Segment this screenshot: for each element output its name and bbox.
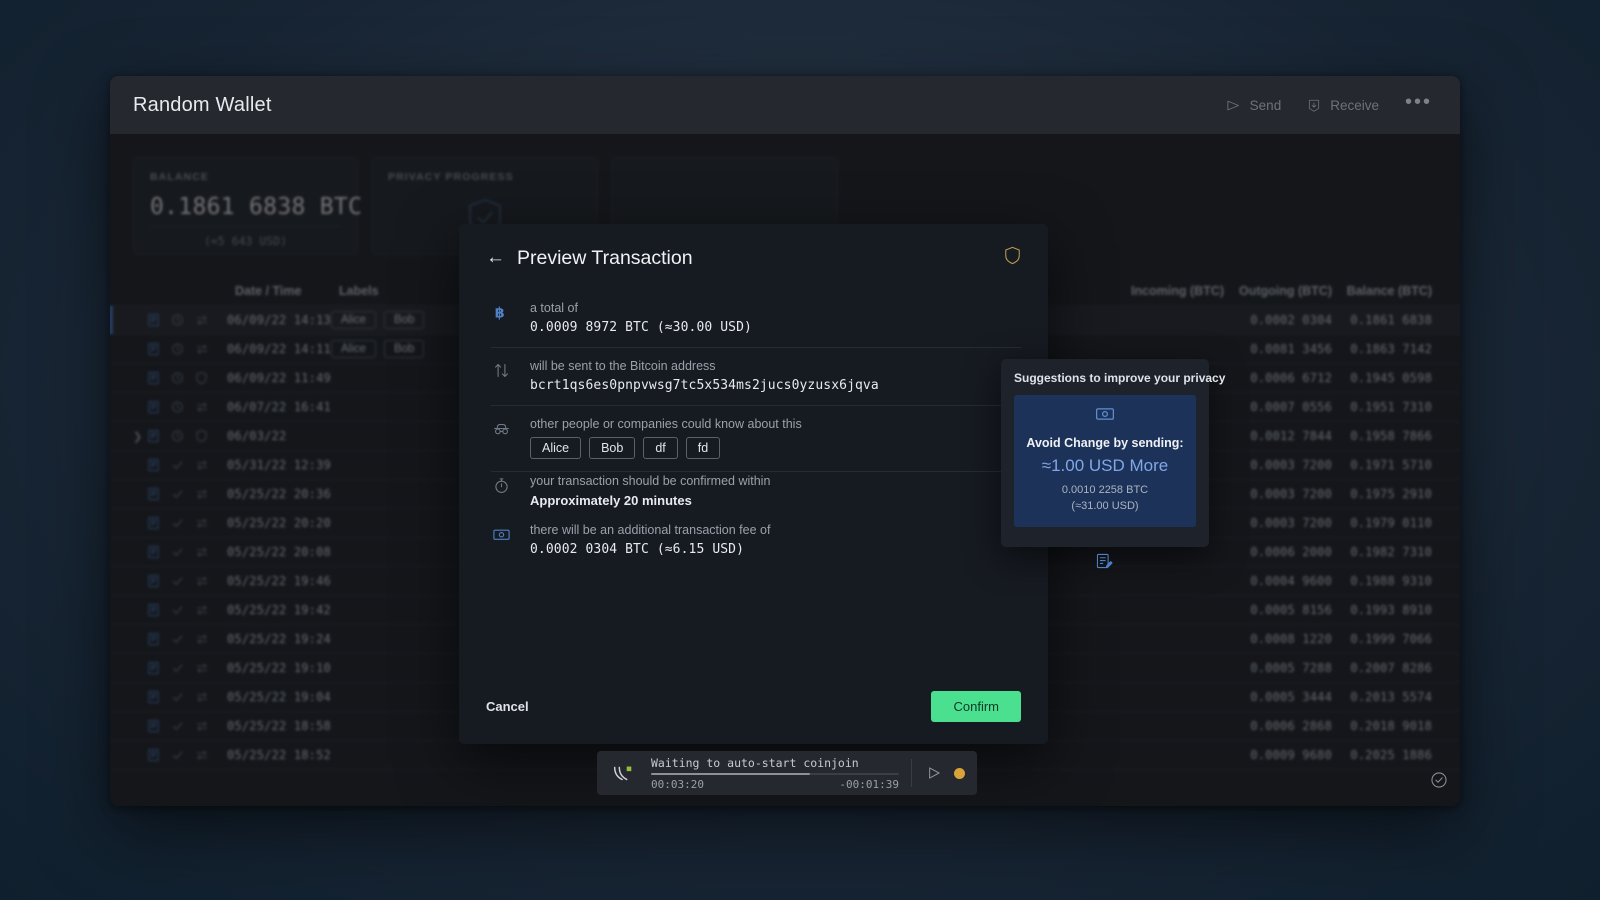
banknote-icon bbox=[491, 523, 511, 544]
observer-pill[interactable]: df bbox=[643, 437, 678, 459]
coinjoin-divider bbox=[911, 759, 912, 787]
address-label: will be sent to the Bitcoin address bbox=[530, 359, 716, 373]
titlebar-actions: Send Receive ••• bbox=[1226, 92, 1438, 119]
preview-row-confirm-time: your transaction should be confirmed wit… bbox=[491, 472, 1021, 512]
coinjoin-status-bar: Waiting to auto-start coinjoin 00:03:20 … bbox=[597, 751, 977, 795]
edit-labels-icon[interactable] bbox=[1095, 552, 1113, 575]
fee-value: 0.0002 0304 BTC (≈6.15 USD) bbox=[530, 542, 745, 557]
receive-label: Receive bbox=[1330, 97, 1379, 113]
address-value[interactable]: bcrt1qs6es0pnpvwsg7tc5x534ms2jucs0yzusx6… bbox=[530, 378, 1021, 393]
coinjoin-remaining: -00:01:39 bbox=[839, 777, 899, 791]
dialog-footer: Cancel Confirm bbox=[486, 691, 1021, 722]
coinjoin-elapsed: 00:03:20 bbox=[651, 777, 704, 791]
svg-text:฿: ฿ bbox=[494, 306, 504, 322]
preview-row-observers: other people or companies could know abo… bbox=[491, 406, 1021, 472]
observers-label: other people or companies could know abo… bbox=[530, 417, 802, 431]
coinjoin-progress-fill bbox=[651, 772, 810, 775]
wallet-title: Random Wallet bbox=[133, 93, 272, 116]
transfer-icon bbox=[491, 359, 511, 380]
window-titlebar: Random Wallet Send Receive ••• bbox=[110, 76, 1460, 134]
preview-transaction-dialog: ← Preview Transaction ฿ a total of 0.000… bbox=[459, 224, 1048, 744]
preview-row-total: ฿ a total of 0.0009 8972 BTC (≈30.00 USD… bbox=[491, 290, 1021, 348]
banknote-icon bbox=[1024, 406, 1186, 427]
coinjoin-progress: Waiting to auto-start coinjoin 00:03:20 … bbox=[639, 756, 909, 791]
confirm-time-value: Approximately 20 minutes bbox=[530, 493, 692, 508]
receive-button[interactable]: Receive bbox=[1307, 98, 1379, 113]
receive-icon bbox=[1307, 98, 1321, 113]
coinjoin-status-text: Waiting to auto-start coinjoin bbox=[651, 755, 859, 770]
send-icon bbox=[1226, 98, 1241, 113]
privacy-shield-icon[interactable] bbox=[1004, 246, 1021, 270]
coinjoin-times: 00:03:20 -00:01:39 bbox=[651, 778, 899, 791]
fee-label: there will be an additional transaction … bbox=[530, 523, 771, 537]
suggestions-title: Suggestions to improve your privacy bbox=[1014, 371, 1226, 385]
preview-row-address: will be sent to the Bitcoin address bcrt… bbox=[491, 348, 1021, 406]
send-label: Send bbox=[1249, 97, 1282, 113]
observer-pill[interactable]: fd bbox=[685, 437, 721, 459]
coinjoin-icon bbox=[611, 761, 639, 785]
suggestion-heading: Avoid Change by sending: bbox=[1026, 436, 1184, 450]
suggestion-btc: 0.0010 2258 BTC bbox=[1061, 484, 1149, 496]
status-badge[interactable] bbox=[1430, 771, 1448, 794]
confirm-button[interactable]: Confirm bbox=[931, 691, 1021, 722]
incognito-icon bbox=[491, 417, 511, 438]
send-button[interactable]: Send bbox=[1226, 97, 1282, 113]
avoid-change-suggestion[interactable]: Avoid Change by sending: ≈1.00 USD More … bbox=[1014, 395, 1196, 527]
preview-rows: ฿ a total of 0.0009 8972 BTC (≈30.00 USD… bbox=[491, 290, 1021, 561]
confirm-time-label: your transaction should be confirmed wit… bbox=[530, 474, 771, 488]
coinjoin-status-indicator bbox=[954, 767, 965, 779]
window-body: BALANCE 0.1861 6838 BTC (≈5 643 USD) PRI… bbox=[110, 134, 1460, 806]
privacy-suggestions-popup: Suggestions to improve your privacy Avoi… bbox=[1001, 359, 1226, 547]
stopwatch-icon bbox=[491, 474, 511, 495]
bitcoin-icon: ฿ bbox=[491, 301, 511, 322]
wallet-window: Random Wallet Send Receive ••• BALANCE bbox=[110, 76, 1460, 806]
play-icon[interactable] bbox=[918, 765, 950, 781]
more-options-button[interactable]: ••• bbox=[1405, 92, 1432, 119]
preview-row-fee: there will be an additional transaction … bbox=[491, 512, 1021, 561]
suggestion-amount: ≈1.00 USD More bbox=[1041, 456, 1169, 475]
coinjoin-progress-track bbox=[651, 772, 899, 775]
dialog-title: Preview Transaction bbox=[517, 246, 693, 269]
cancel-button[interactable]: Cancel bbox=[486, 699, 529, 714]
observer-pill[interactable]: Bob bbox=[589, 437, 636, 459]
total-label: a total of bbox=[530, 301, 578, 315]
dialog-header: ← Preview Transaction bbox=[486, 246, 1021, 270]
observer-pill[interactable]: Alice bbox=[530, 437, 582, 459]
suggestion-usd: (≈31.00 USD) bbox=[1071, 500, 1139, 512]
observers-pills: Alice Bob df fd bbox=[530, 437, 1021, 459]
back-arrow-icon[interactable]: ← bbox=[486, 248, 505, 267]
total-value: 0.0009 8972 BTC (≈30.00 USD) bbox=[530, 320, 752, 335]
